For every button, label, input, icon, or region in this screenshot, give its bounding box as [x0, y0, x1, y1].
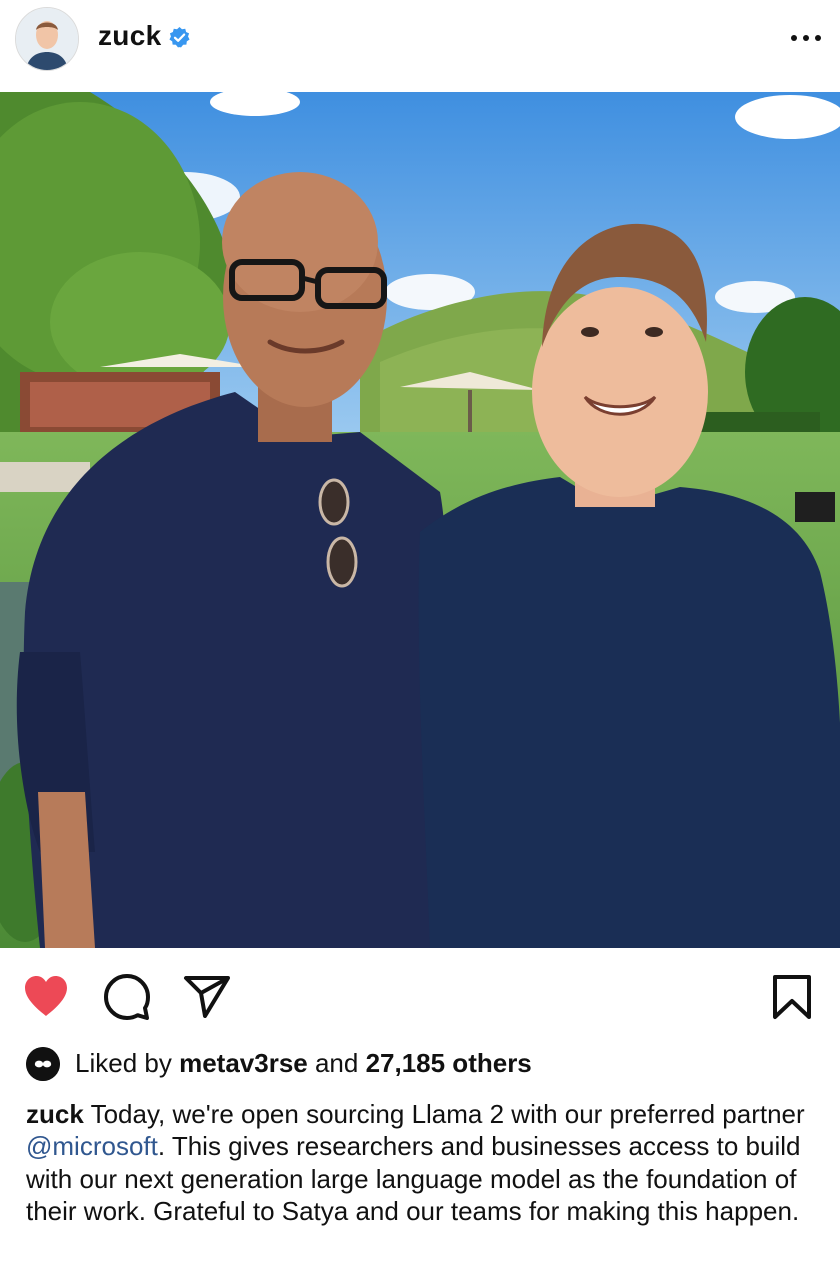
post-username[interactable]: zuck: [98, 20, 161, 52]
liker-avatar[interactable]: [26, 1047, 60, 1081]
photo-illustration: [0, 92, 840, 948]
caption-username[interactable]: zuck: [26, 1099, 84, 1129]
post-photo[interactable]: [0, 92, 840, 948]
liker-username[interactable]: metav3rse: [179, 1048, 308, 1078]
post-caption: zuck Today, we're open sourcing Llama 2 …: [26, 1098, 816, 1228]
likes-summary[interactable]: Liked by metav3rse and 27,185 others: [26, 1046, 826, 1082]
verified-badge-icon: [169, 26, 190, 48]
caption-text-before: Today, we're open sourcing Llama 2 with …: [83, 1099, 805, 1129]
avatar-image: [16, 8, 78, 70]
likes-middle: and: [307, 1048, 366, 1078]
likes-prefix: Liked by: [75, 1048, 180, 1078]
save-bookmark-icon[interactable]: [770, 974, 814, 1020]
caption-mention-link[interactable]: @microsoft: [26, 1131, 158, 1161]
action-bar: [0, 950, 840, 1040]
profile-avatar[interactable]: [15, 7, 79, 71]
post-header: zuck: [0, 0, 840, 90]
like-button-heart-icon[interactable]: [22, 974, 70, 1018]
likes-count[interactable]: 27,185 others: [366, 1048, 532, 1078]
share-send-icon[interactable]: [183, 974, 231, 1018]
comment-button-icon[interactable]: [102, 974, 150, 1020]
more-options-icon[interactable]: [788, 28, 824, 48]
likes-text: Liked by metav3rse and 27,185 others: [75, 1048, 532, 1079]
